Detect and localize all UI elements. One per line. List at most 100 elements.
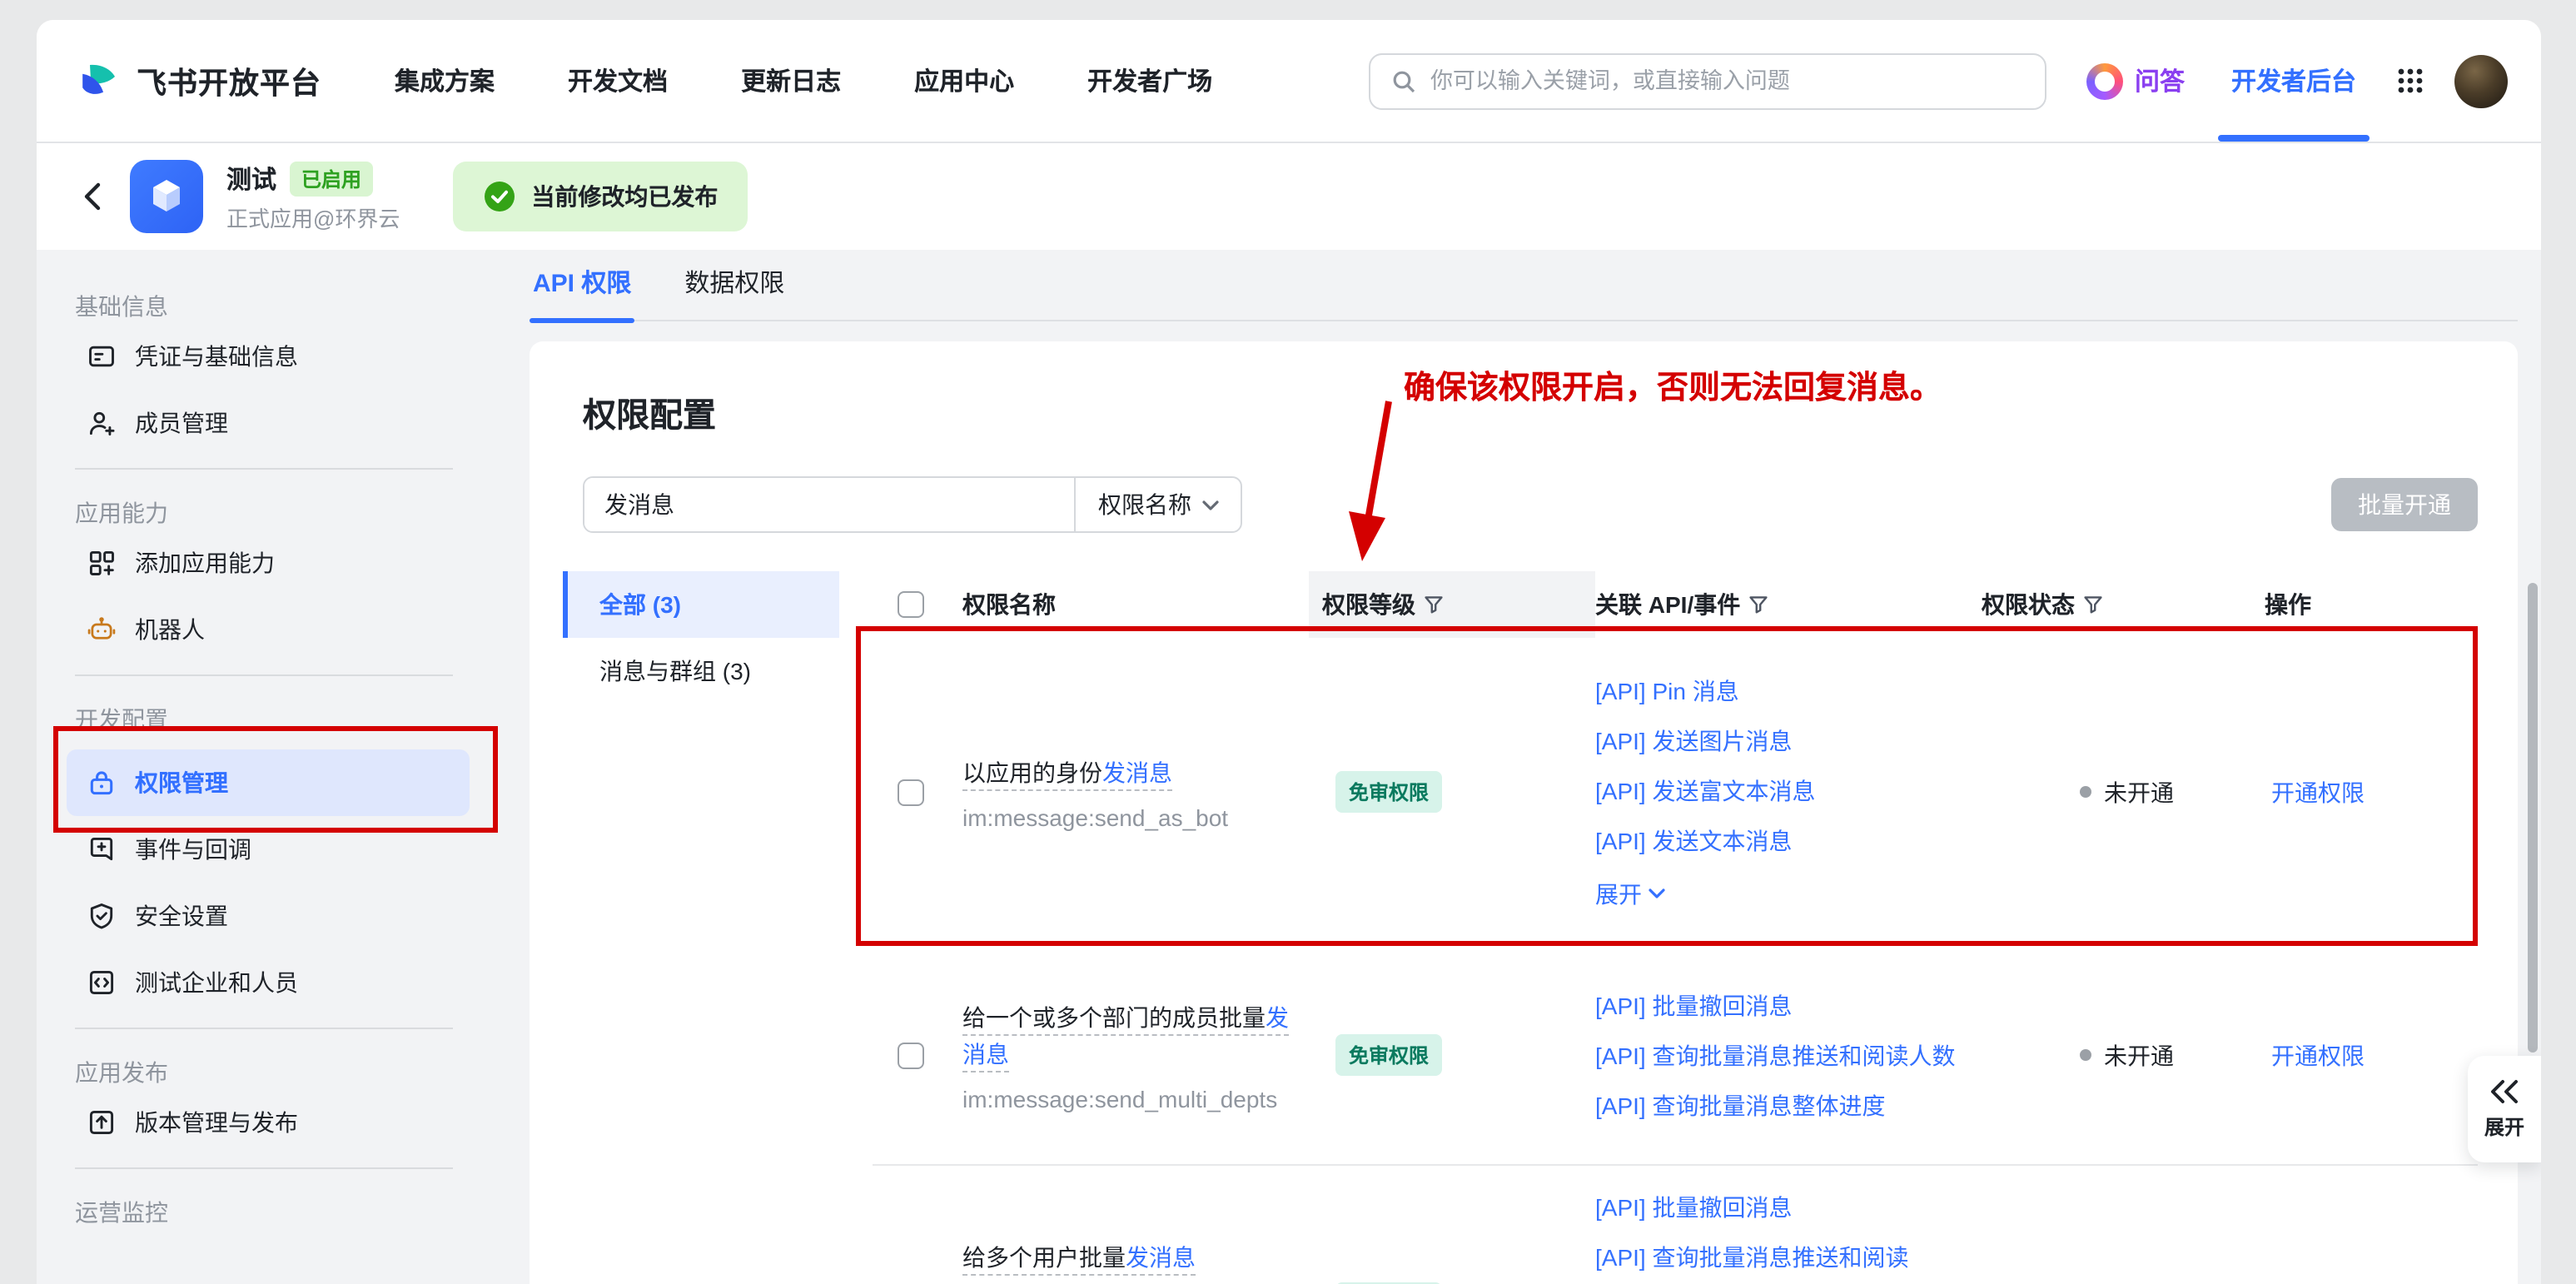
col-header-action: 操作 <box>2265 571 2478 638</box>
sidebar-item-members[interactable]: 成员管理 <box>67 390 470 456</box>
enable-permission-link[interactable]: 开通权限 <box>2271 1038 2478 1072</box>
user-avatar[interactable] <box>2454 54 2508 107</box>
sidebar-item-label: 添加应用能力 <box>135 546 275 580</box>
table-header-row: 权限名称 权限等级 关联 API/事件 <box>873 571 2478 638</box>
permission-table: 权限名称 权限等级 关联 API/事件 <box>873 571 2478 1284</box>
sidebar-item-label: 权限管理 <box>135 766 228 799</box>
table-row: 以应用的身份发消息 im:message:send_as_bot 免审权限 [A… <box>873 638 2478 946</box>
main-panel: API 权限 数据权限 权限配置 确保该权限开启，否则无法回复消息。 <box>503 250 2541 1284</box>
scrollbar-thumb[interactable] <box>2528 583 2538 1053</box>
sidebar-divider <box>75 468 453 470</box>
user-plus-icon <box>87 408 117 438</box>
permission-search-input[interactable] <box>584 478 1074 531</box>
category-all[interactable]: 全部 (3) <box>563 571 839 638</box>
code-brackets-icon <box>87 968 117 998</box>
sidebar-item-bot[interactable]: 机器人 <box>67 596 470 663</box>
permission-name[interactable]: 给多个用户批量发消息 <box>962 1239 1292 1276</box>
api-link[interactable]: [API] 查询批量消息整体进度 <box>1595 1080 1982 1130</box>
sidebar-item-label: 事件与回调 <box>135 833 251 866</box>
sidebar-item-test-org[interactable]: 测试企业和人员 <box>67 949 470 1016</box>
permission-search[interactable]: 权限名称 <box>583 476 1242 533</box>
nav-item-app-center[interactable]: 应用中心 <box>914 63 1014 98</box>
row-checkbox[interactable] <box>898 1042 924 1068</box>
enabled-status-badge: 已启用 <box>290 161 373 196</box>
robot-icon <box>87 615 117 644</box>
qa-label: 问答 <box>2135 63 2185 98</box>
tab-api-permission[interactable]: API 权限 <box>530 265 634 320</box>
enable-permission-link[interactable]: 开通权限 <box>2271 775 2478 809</box>
permission-level-badge: 免审权限 <box>1335 771 1442 813</box>
api-link[interactable]: [API] 批量撤回消息 <box>1595 1182 1982 1232</box>
api-link[interactable]: [API] 发送富文本消息 <box>1595 765 1982 815</box>
annotation-text: 确保该权限开启，否则无法回复消息。 <box>1404 363 1942 408</box>
sidebar: 基础信息 凭证与基础信息 <box>37 250 503 1284</box>
search-type-dropdown[interactable]: 权限名称 <box>1074 478 1241 531</box>
publish-status-banner: 当前修改均已发布 <box>453 162 748 231</box>
api-link[interactable]: [API] 发送图片消息 <box>1595 715 1982 765</box>
nav-item-docs[interactable]: 开发文档 <box>568 63 668 98</box>
col-header-level: 权限等级 <box>1309 571 1595 638</box>
app-window: 飞书开放平台 集成方案 开发文档 更新日志 应用中心 开发者广场 <box>37 20 2541 1284</box>
status-text: 未开通 <box>2104 1038 2174 1072</box>
sidebar-item-version-release[interactable]: 版本管理与发布 <box>67 1089 470 1156</box>
status-dot <box>2079 1049 2091 1061</box>
nav-item-solutions[interactable]: 集成方案 <box>395 63 495 98</box>
permission-code: im:message:send_multi_depts <box>962 1085 1292 1112</box>
back-icon[interactable] <box>80 182 107 212</box>
sidebar-item-add-capability[interactable]: 添加应用能力 <box>67 530 470 596</box>
nav-item-developer-console[interactable]: 开发者后台 <box>2228 20 2360 142</box>
sidebar-item-credentials[interactable]: 凭证与基础信息 <box>67 323 470 390</box>
expand-panel-tab[interactable]: 展开 <box>2468 1056 2541 1162</box>
api-link[interactable]: [API] 发送文本消息 <box>1595 815 1982 865</box>
sidebar-item-security[interactable]: 安全设置 <box>67 883 470 949</box>
nav-item-dev-square[interactable]: 开发者广场 <box>1087 63 1212 98</box>
select-all-checkbox[interactable] <box>898 591 924 618</box>
app-header: 测试 已启用 正式应用@环界云 当前修改均已发布 <box>37 143 2541 250</box>
blocks-plus-icon <box>87 548 117 578</box>
permission-body: 全部 (3) 消息与群组 (3) 权限名称 权限等 <box>530 571 2518 1284</box>
sidebar-section-capability: 应用能力 <box>75 496 503 530</box>
permission-code: im:message:send_as_bot <box>962 804 1292 830</box>
sidebar-item-permissions[interactable]: 权限管理 <box>67 749 470 816</box>
api-link[interactable]: [API] 查询批量消息推送和阅读人数 <box>1595 1030 1982 1080</box>
global-search[interactable] <box>1369 52 2046 109</box>
sidebar-divider <box>75 674 453 676</box>
chevron-down-icon <box>1201 499 1218 510</box>
filter-icon[interactable] <box>1748 595 1768 615</box>
table-row: 给一个或多个部门的成员批量发消息 im:message:send_multi_d… <box>873 946 2478 1166</box>
category-list: 全部 (3) 消息与群组 (3) <box>563 571 839 1284</box>
publish-status-text: 当前修改均已发布 <box>531 180 718 213</box>
upload-icon <box>87 1107 117 1137</box>
search-input[interactable] <box>1430 68 2025 93</box>
qa-ring-icon <box>2086 62 2123 99</box>
app-subtitle: 正式应用@环界云 <box>226 201 400 232</box>
apps-grid-icon[interactable] <box>2396 67 2424 95</box>
bulk-enable-button[interactable]: 批量开通 <box>2331 478 2478 531</box>
filter-icon[interactable] <box>2083 595 2103 615</box>
console-label: 开发者后台 <box>2231 68 2356 97</box>
search-icon <box>1390 67 1417 94</box>
brand[interactable]: 飞书开放平台 <box>75 57 321 104</box>
nav-item-changelog[interactable]: 更新日志 <box>741 63 841 98</box>
permission-level-badge: 免审权限 <box>1335 1034 1442 1076</box>
sidebar-item-events[interactable]: 事件与回调 <box>67 816 470 883</box>
sidebar-item-label: 版本管理与发布 <box>135 1106 298 1139</box>
filter-icon[interactable] <box>1424 595 1444 615</box>
col-header-api: 关联 API/事件 <box>1595 571 1982 638</box>
api-link[interactable]: [API] 查询批量消息推送和阅读 <box>1595 1232 1982 1282</box>
sidebar-item-label: 测试企业和人员 <box>135 966 298 999</box>
sidebar-section-release: 应用发布 <box>75 1056 503 1089</box>
expand-tab-label: 展开 <box>2484 1112 2524 1140</box>
id-card-icon <box>87 341 117 371</box>
qa-link[interactable]: 问答 <box>2086 62 2185 99</box>
permission-name[interactable]: 以应用的身份发消息 <box>962 754 1292 790</box>
expand-apis-link[interactable]: 展开 <box>1595 868 1982 918</box>
permission-name[interactable]: 给一个或多个部门的成员批量发消息 <box>962 998 1292 1072</box>
row-checkbox[interactable] <box>898 779 924 805</box>
tab-data-permission[interactable]: 数据权限 <box>681 265 788 320</box>
category-messages-groups[interactable]: 消息与群组 (3) <box>563 638 839 704</box>
sidebar-section-dev-config: 开发配置 <box>75 703 503 736</box>
sidebar-divider <box>75 1167 453 1169</box>
api-link[interactable]: [API] 批量撤回消息 <box>1595 980 1982 1030</box>
api-link[interactable]: [API] Pin 消息 <box>1595 665 1982 715</box>
